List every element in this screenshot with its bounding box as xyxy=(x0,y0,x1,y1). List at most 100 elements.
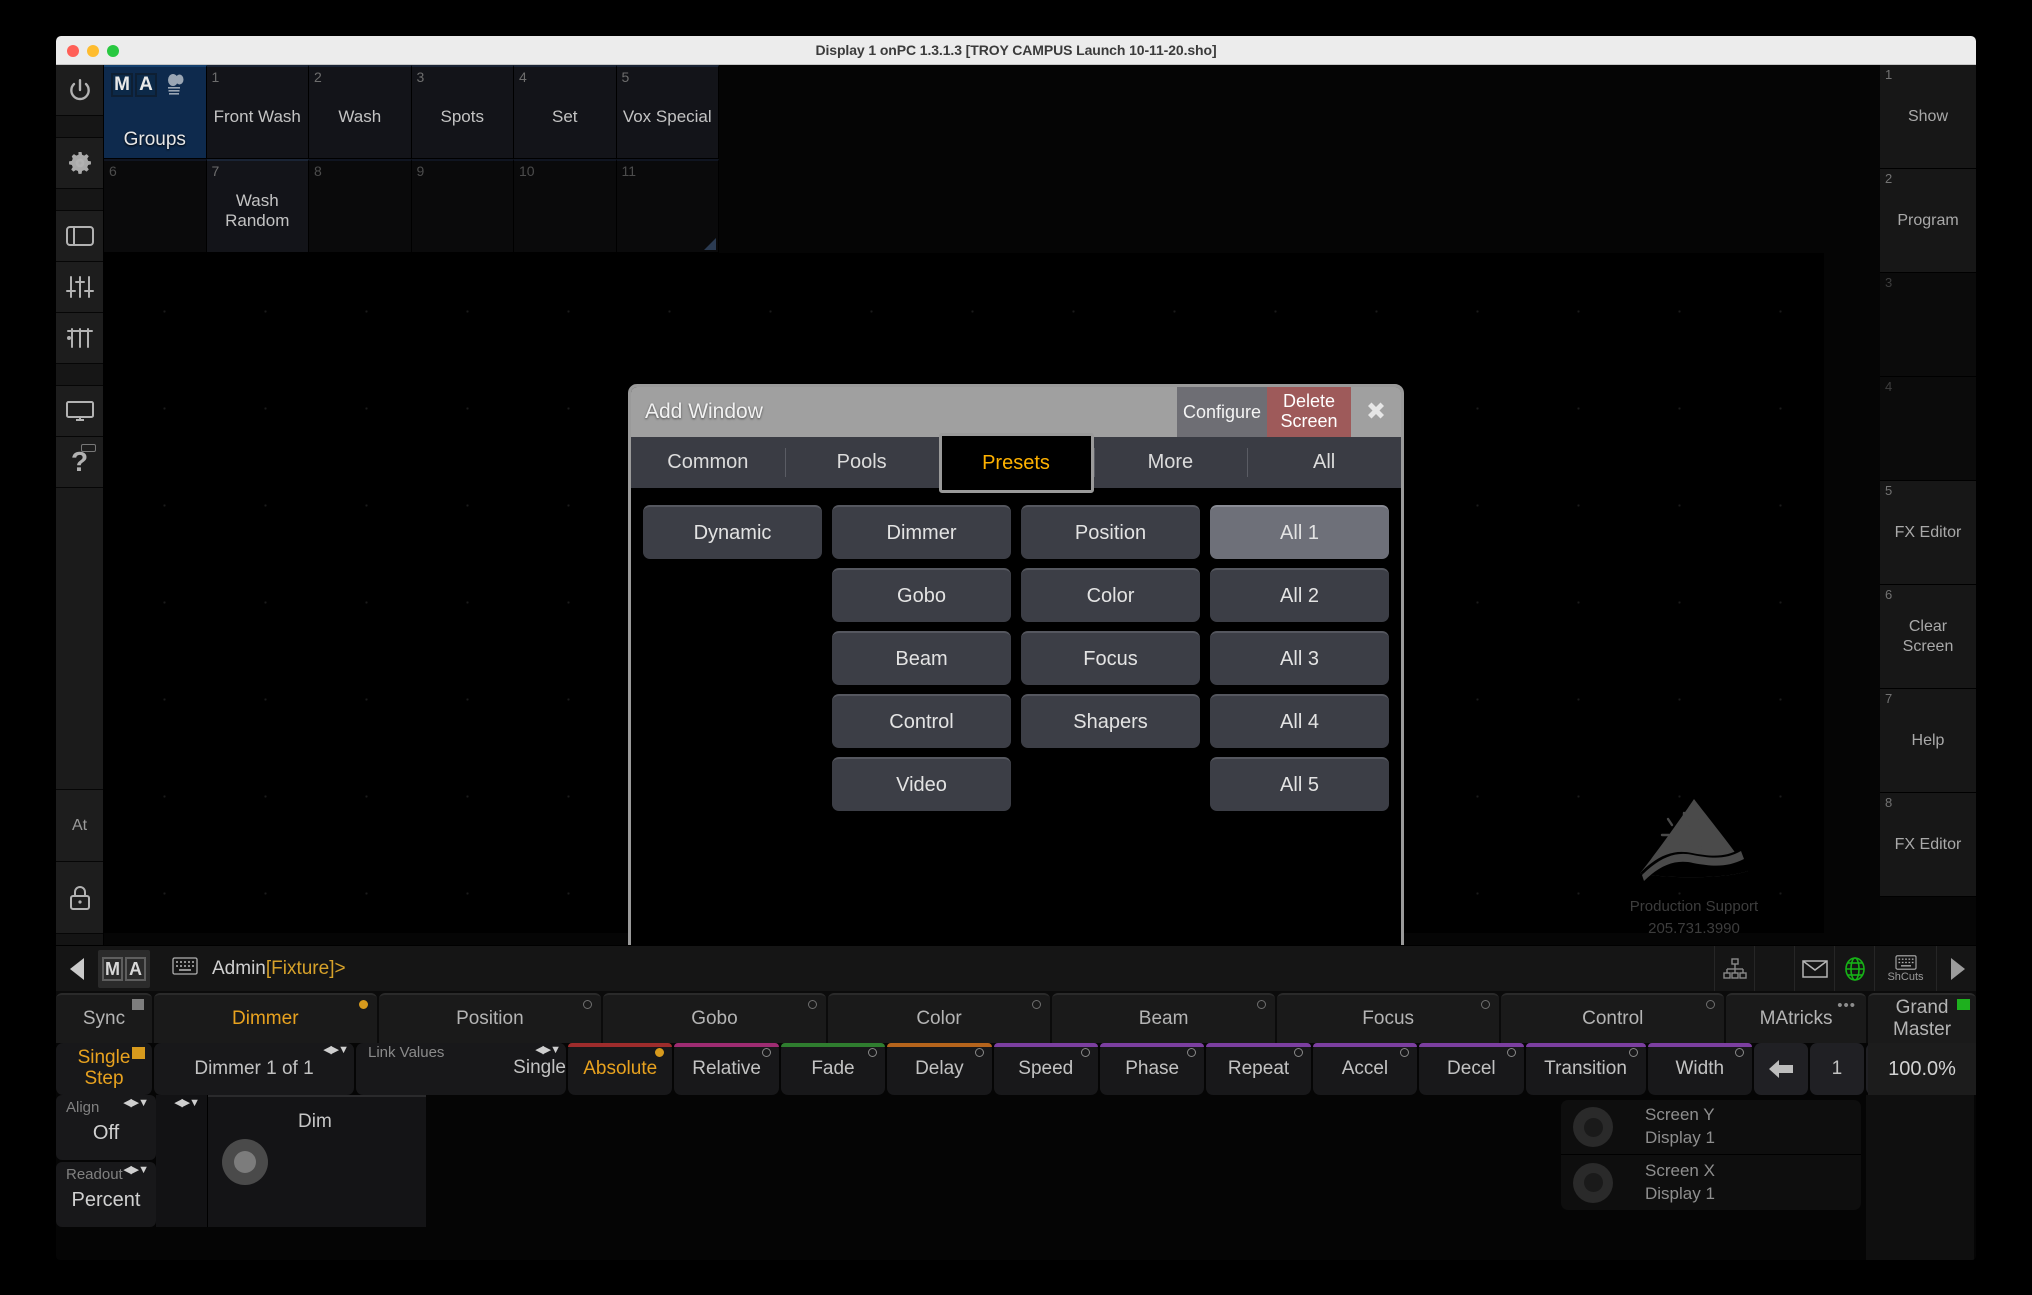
command-back-button[interactable] xyxy=(56,946,98,992)
encoder-empty-slot[interactable]: ◀▶▼ xyxy=(156,1095,208,1227)
pool-resize-handle[interactable] xyxy=(704,238,716,250)
view-button-help[interactable]: 7 Help xyxy=(1880,689,1976,793)
grand-master-header[interactable]: Grand Master xyxy=(1868,993,1976,1043)
single-step-button[interactable]: Single Step xyxy=(56,1043,152,1095)
preset-button-all-4[interactable]: All 4 xyxy=(1210,694,1389,748)
page-number-display[interactable]: 1 xyxy=(1809,1043,1864,1095)
view-button-fx-editor-2[interactable]: 8 FX Editor xyxy=(1880,793,1976,897)
group-cell-7[interactable]: 7 Wash Random xyxy=(206,159,309,253)
group-cell-3[interactable]: 3 Spots xyxy=(411,65,514,159)
preset-button-shapers[interactable]: Shapers xyxy=(1021,694,1200,748)
view-button-4[interactable]: 4 xyxy=(1880,377,1976,481)
encoder-function-fade[interactable]: Fade xyxy=(780,1043,886,1095)
encoder-function-decel[interactable]: Decel xyxy=(1419,1043,1524,1095)
help-question-icon[interactable]: ? xyxy=(56,437,103,488)
preset-tab-gobo[interactable]: Gobo xyxy=(603,993,826,1043)
encoder-knob-icon[interactable] xyxy=(222,1139,268,1185)
shortcuts-button[interactable]: ShCuts xyxy=(1874,945,1936,992)
encoder-function-delay[interactable]: Delay xyxy=(887,1043,992,1095)
dialog-close-button[interactable] xyxy=(1351,387,1401,437)
preset-tab-dimmer[interactable]: Dimmer xyxy=(154,993,377,1043)
feature-title-button[interactable]: Dimmer 1 of 1 ◀▶▼ xyxy=(154,1043,354,1095)
view-button-3[interactable]: 3 xyxy=(1880,273,1976,377)
readout-button[interactable]: Readout Percent ◀▶▼ xyxy=(56,1162,156,1227)
encoder-function-accel[interactable]: Accel xyxy=(1312,1043,1418,1095)
encoder-function-transition[interactable]: Transition xyxy=(1525,1043,1646,1095)
group-cell-9[interactable]: 9 xyxy=(411,159,514,253)
group-cell-6[interactable]: 6 xyxy=(104,159,207,253)
preset-button-all-1[interactable]: All 1 xyxy=(1210,505,1389,559)
preset-button-all-2[interactable]: All 2 xyxy=(1210,568,1389,622)
tab-presets[interactable]: Presets xyxy=(938,433,1094,493)
preset-tab-focus[interactable]: Focus xyxy=(1276,993,1500,1043)
network-icon[interactable] xyxy=(1714,945,1754,992)
maximize-window-icon[interactable] xyxy=(107,45,119,57)
setup-gear-icon[interactable] xyxy=(56,138,103,189)
group-cell-10[interactable]: 10 xyxy=(514,159,617,253)
view-button-clear-screen[interactable]: 6 Clear Screen xyxy=(1880,585,1976,689)
keyboard-icon[interactable] xyxy=(172,957,198,980)
lock-icon[interactable] xyxy=(56,862,103,934)
encoder-function-width[interactable]: Width xyxy=(1647,1043,1752,1095)
pool-header-groups[interactable]: M A Groups xyxy=(104,65,207,159)
preset-button-focus[interactable]: Focus xyxy=(1021,631,1200,685)
tab-pools[interactable]: Pools xyxy=(784,437,939,488)
group-cell-11[interactable]: 11 xyxy=(616,159,719,253)
power-icon[interactable] xyxy=(56,65,103,116)
encoder-wheel-dim[interactable]: Dim xyxy=(208,1095,426,1227)
preset-tab-position[interactable]: Position xyxy=(378,993,602,1043)
grand-master-value[interactable]: 100.0% xyxy=(1868,1043,1976,1095)
play-arrow-icon[interactable] xyxy=(1936,945,1976,992)
monitor-icon[interactable] xyxy=(56,386,103,437)
mail-icon[interactable] xyxy=(1794,945,1834,992)
command-line-text[interactable]: Admin[Fixture]> xyxy=(212,958,346,980)
preset-button-gobo[interactable]: Gobo xyxy=(832,568,1011,622)
at-button[interactable]: At xyxy=(56,790,103,862)
link-values-button[interactable]: Link Values Single ◀▶▼ xyxy=(356,1043,566,1095)
preset-button-dynamic[interactable]: Dynamic xyxy=(643,505,822,559)
encoder-function-phase[interactable]: Phase xyxy=(1099,1043,1205,1095)
globe-icon[interactable] xyxy=(1834,945,1874,992)
preset-button-color[interactable]: Color xyxy=(1021,568,1200,622)
close-window-icon[interactable] xyxy=(67,45,79,57)
screen-x-knob-icon[interactable] xyxy=(1573,1162,1613,1203)
configure-button[interactable]: Configure xyxy=(1177,387,1267,437)
align-button[interactable]: Align Off ◀▶▼ xyxy=(56,1095,156,1160)
preset-tab-control[interactable]: Control xyxy=(1501,993,1725,1043)
view-button-show[interactable]: 1 Show xyxy=(1880,65,1976,169)
encoder-icon[interactable] xyxy=(56,313,103,364)
preset-button-all-3[interactable]: All 3 xyxy=(1210,631,1389,685)
traffic-lights[interactable] xyxy=(67,45,119,57)
tab-common[interactable]: Common xyxy=(631,437,785,488)
screen-x-row[interactable]: Screen X Display 1 xyxy=(1561,1155,1861,1210)
group-cell-8[interactable]: 8 xyxy=(309,159,412,253)
group-cell-1[interactable]: 1 Front Wash xyxy=(206,65,309,159)
view-button-program[interactable]: 2 Program xyxy=(1880,169,1976,273)
screen-y-knob-icon[interactable] xyxy=(1573,1107,1613,1147)
group-cell-4[interactable]: 4 Set xyxy=(514,65,617,159)
encoder-function-speed[interactable]: Speed xyxy=(993,1043,1098,1095)
preset-tab-beam[interactable]: Beam xyxy=(1052,993,1275,1043)
group-cell-5[interactable]: 5 Vox Special xyxy=(616,65,719,159)
tab-all[interactable]: All xyxy=(1247,437,1401,488)
preset-tab-matricks[interactable]: MAtricks ••• xyxy=(1726,993,1867,1043)
preset-button-position[interactable]: Position xyxy=(1021,505,1200,559)
view-button-fx-editor[interactable]: 5 FX Editor xyxy=(1880,481,1976,585)
minimize-window-icon[interactable] xyxy=(87,45,99,57)
preset-tab-sync[interactable]: Sync xyxy=(56,993,152,1043)
delete-screen-button[interactable]: Delete Screen xyxy=(1267,387,1351,437)
faders-icon[interactable] xyxy=(56,262,103,313)
preset-button-control[interactable]: Control xyxy=(832,694,1011,748)
page-previous-button[interactable] xyxy=(1753,1043,1808,1095)
preset-button-video[interactable]: Video xyxy=(832,757,1011,811)
tab-more[interactable]: More xyxy=(1093,437,1248,488)
preset-button-beam[interactable]: Beam xyxy=(832,631,1011,685)
encoder-function-relative[interactable]: Relative xyxy=(674,1043,779,1095)
ma-command-logo[interactable]: M A xyxy=(98,949,150,988)
encoder-function-absolute[interactable]: Absolute xyxy=(568,1043,673,1095)
preset-button-all-5[interactable]: All 5 xyxy=(1210,757,1389,811)
preset-button-dimmer[interactable]: Dimmer xyxy=(832,505,1011,559)
group-cell-2[interactable]: 2 Wash xyxy=(309,65,412,159)
preset-tab-color[interactable]: Color xyxy=(827,993,1051,1043)
screen-y-row[interactable]: Screen Y Display 1 xyxy=(1561,1100,1861,1155)
